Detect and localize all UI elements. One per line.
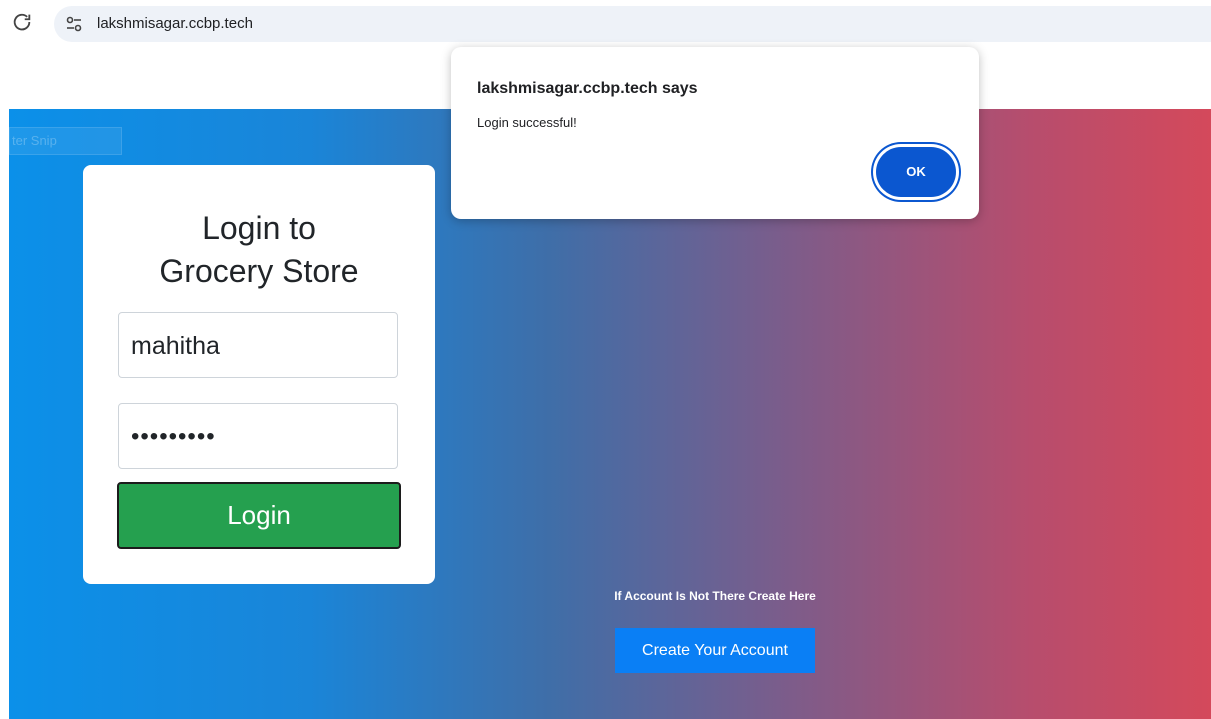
- create-account-button[interactable]: Create Your Account: [615, 628, 815, 673]
- background-label-text: ter Snip: [12, 133, 57, 148]
- username-value: mahitha: [131, 332, 220, 360]
- password-field[interactable]: •••••••••: [118, 403, 398, 469]
- create-account-prompt: If Account Is Not There Create Here: [614, 589, 816, 603]
- login-title: Login to Grocery Store: [83, 207, 435, 293]
- url-text[interactable]: lakshmisagar.ccbp.tech: [97, 14, 253, 34]
- login-title-line1: Login to: [202, 210, 316, 246]
- background-label-box: ter Snip: [9, 127, 122, 155]
- password-value: •••••••••: [131, 423, 216, 450]
- reload-icon[interactable]: [11, 11, 33, 33]
- alert-ok-button[interactable]: OK: [876, 147, 956, 197]
- login-card: Login to Grocery Store mahitha •••••••••…: [83, 165, 435, 584]
- alert-title: lakshmisagar.ccbp.tech says: [477, 80, 698, 97]
- login-button[interactable]: Login: [117, 482, 401, 549]
- login-title-line2: Grocery Store: [159, 253, 359, 289]
- tune-icon[interactable]: [64, 14, 84, 34]
- browser-toolbar: lakshmisagar.ccbp.tech: [0, 0, 1211, 47]
- alert-dialog: lakshmisagar.ccbp.tech says Login succes…: [451, 47, 979, 219]
- alert-message: Login successful!: [477, 115, 577, 130]
- username-field[interactable]: mahitha: [118, 312, 398, 378]
